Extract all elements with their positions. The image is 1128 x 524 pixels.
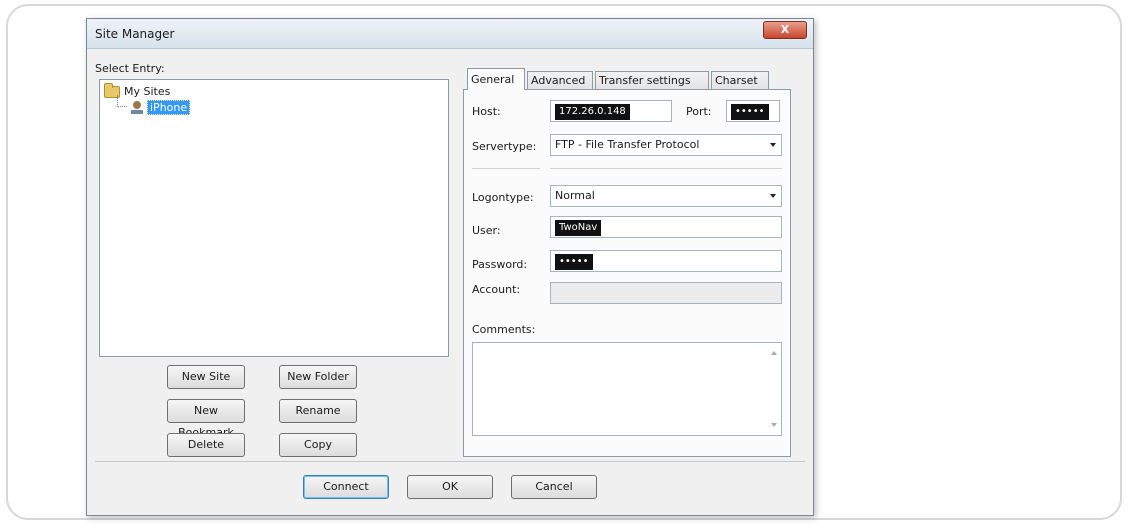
host-value: 172.26.0.148: [555, 104, 630, 120]
tab-general[interactable]: General: [467, 68, 525, 90]
servertype-label: Servertype:: [472, 140, 537, 153]
select-entry-label: Select Entry:: [95, 62, 165, 75]
servertype-value: FTP - File Transfer Protocol: [555, 138, 700, 151]
footer-divider: [95, 461, 805, 462]
account-input: [550, 282, 782, 304]
logontype-select[interactable]: Normal: [550, 185, 782, 207]
ok-button[interactable]: OK: [407, 475, 493, 499]
separator: [472, 168, 540, 169]
comments-textarea[interactable]: [472, 342, 782, 436]
tree-connector: [117, 95, 127, 107]
password-value: •••••: [555, 254, 593, 270]
site-tree[interactable]: My Sites iPhone: [99, 79, 449, 357]
site-icon: [130, 100, 144, 115]
port-input[interactable]: •••••: [726, 100, 780, 122]
host-input[interactable]: 172.26.0.148: [550, 100, 672, 122]
site-manager-dialog: Site Manager X Select Entry: My Sites iP…: [86, 18, 814, 516]
separator: [550, 168, 782, 169]
logontype-value: Normal: [555, 189, 595, 202]
user-value: TwoNav: [555, 220, 602, 236]
tab-transfer-settings[interactable]: Transfer settings: [595, 71, 709, 90]
dropdown-arrow-icon: [770, 143, 776, 147]
scroll-down-icon[interactable]: [771, 423, 777, 427]
tab-charset[interactable]: Charset: [711, 71, 769, 90]
close-button[interactable]: X: [763, 21, 807, 39]
delete-button[interactable]: Delete: [167, 433, 245, 457]
window-title: Site Manager: [95, 27, 175, 41]
password-input[interactable]: •••••: [550, 250, 782, 272]
general-tab-panel: Host: 172.26.0.148 Port: ••••• Servertyp…: [463, 89, 791, 457]
tab-advanced[interactable]: Advanced: [527, 71, 593, 90]
scroll-up-icon[interactable]: [771, 351, 777, 355]
new-bookmark-button[interactable]: New Bookmark: [167, 399, 245, 439]
title-bar: Site Manager X: [87, 19, 813, 49]
logontype-label: Logontype:: [472, 191, 534, 204]
rename-button[interactable]: Rename: [279, 399, 357, 423]
tree-node-label-selected: iPhone: [147, 100, 191, 115]
new-site-button[interactable]: New Site: [167, 365, 245, 389]
account-label: Account:: [472, 283, 521, 296]
user-input[interactable]: TwoNav: [550, 216, 782, 238]
servertype-select[interactable]: FTP - File Transfer Protocol: [550, 134, 782, 156]
new-folder-button[interactable]: New Folder: [279, 365, 357, 389]
connect-button[interactable]: Connect: [303, 475, 389, 499]
user-label: User:: [472, 224, 501, 237]
tree-node-my-sites[interactable]: My Sites: [104, 82, 171, 98]
copy-button[interactable]: Copy: [279, 433, 357, 457]
comments-label: Comments:: [472, 323, 536, 336]
cancel-button[interactable]: Cancel: [511, 475, 597, 499]
password-label: Password:: [472, 258, 528, 271]
tree-node-site[interactable]: iPhone: [130, 100, 191, 115]
tree-node-label: My Sites: [124, 85, 171, 98]
host-label: Host:: [472, 105, 501, 118]
port-value: •••••: [731, 104, 769, 120]
dropdown-arrow-icon: [770, 194, 776, 198]
port-label: Port:: [686, 105, 712, 118]
